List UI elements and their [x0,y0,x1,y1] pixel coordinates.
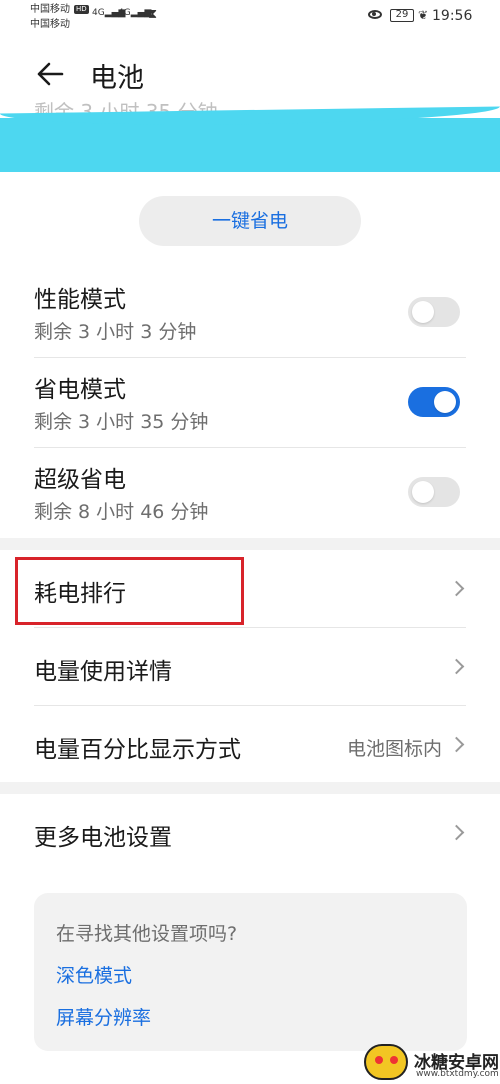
ultra-saving-toggle[interactable] [408,477,460,507]
chevron-right-icon [448,824,465,841]
mode-title: 超级省电 [34,467,126,493]
toggle-knob [412,481,434,503]
list-item-label: 更多电池设置 [34,825,172,851]
performance-toggle[interactable] [408,297,460,327]
hd-badge: HD [74,5,89,14]
mode-title: 省电模式 [34,377,126,403]
signal-icon-2: 4G▂▄▆ [118,8,152,18]
signal-label-1: 4G [92,8,105,18]
one-key-save-button[interactable]: 一键省电 [139,196,361,246]
suggestion-link-dark-mode[interactable]: 深色模式 [56,961,132,988]
mode-title: 性能模式 [34,287,126,313]
toggle-knob [412,301,434,323]
battery-graph-band [0,118,500,172]
chevron-right-icon [448,736,465,753]
clock: 19:56 [432,8,473,24]
list-item-usage-details[interactable]: 电量使用详情 [0,628,500,706]
mode-subtitle: 剩余 3 小时 3 分钟 [34,321,197,343]
suggestion-title: 在寻找其他设置项吗? [56,923,238,945]
carrier-label-2: 中国移动 [30,19,70,30]
mode-row-performance[interactable]: 性能模式 剩余 3 小时 3 分钟 [0,268,500,358]
back-arrow-icon[interactable] [34,58,66,90]
list-item-percentage-display[interactable]: 电量百分比显示方式 电池图标内 [0,706,500,784]
battery-level: 29 [390,9,414,22]
section-gap [0,782,500,794]
hourglass-icon: ⧗ [148,7,158,22]
highlight-annotation-box [15,557,244,625]
carrier-label-1: 中国移动 [30,4,70,15]
mode-subtitle: 剩余 3 小时 35 分钟 [34,411,209,433]
mode-subtitle: 剩余 8 小时 46 分钟 [34,501,209,523]
watermark-logo [364,1044,408,1080]
suggestion-link-resolution[interactable]: 屏幕分辨率 [56,1003,151,1030]
list-item-more-battery-settings[interactable]: 更多电池设置 [0,794,500,872]
toggle-knob [434,391,456,413]
suggestion-card: 在寻找其他设置项吗? 深色模式 屏幕分辨率 [34,893,467,1051]
page-title: 电池 [90,63,144,94]
watermark-url: www.btxtdmy.com [416,1069,499,1079]
mode-row-ultra-saving[interactable]: 超级省电 剩余 8 小时 46 分钟 [0,448,500,538]
chevron-right-icon [448,580,465,597]
section-gap [0,538,500,550]
leaf-icon: ❦ [418,8,429,22]
status-bar: 中国移动 中国移动 HD 4G▂▄▆ 4G▂▄▆ ⧗ 29 ❦ 19:56 [0,0,500,36]
signal-label-2: 4G [118,8,131,18]
list-item-label: 电量使用详情 [34,659,172,685]
list-item-label: 电量百分比显示方式 [34,737,241,763]
chevron-right-icon [448,658,465,675]
mode-row-power-saving[interactable]: 省电模式 剩余 3 小时 35 分钟 [0,358,500,448]
list-item-value: 电池图标内 [346,738,442,760]
power-saving-toggle[interactable] [408,387,460,417]
eye-icon [368,10,382,19]
